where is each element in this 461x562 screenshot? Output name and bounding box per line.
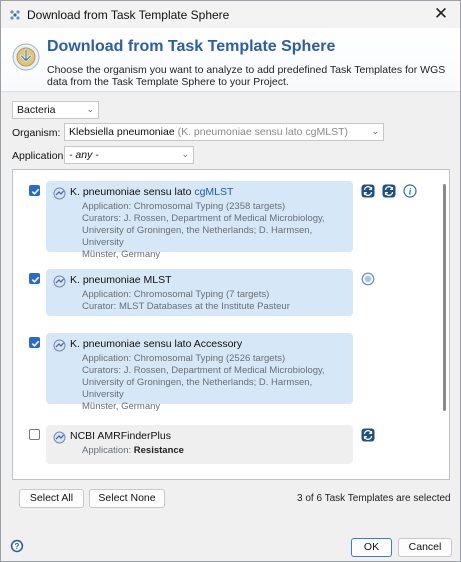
- window-title: Download from Task Template Sphere: [27, 8, 230, 22]
- title-bar: Download from Task Template Sphere ✕: [1, 1, 460, 28]
- template-checkbox[interactable]: [29, 429, 40, 440]
- chevron-down-icon: ⌄: [371, 126, 379, 136]
- cancel-button[interactable]: Cancel: [398, 538, 452, 557]
- globe-icon[interactable]: [361, 272, 375, 286]
- organism-label: Organism:: [12, 127, 61, 139]
- template-icon: [53, 339, 66, 352]
- template-icon: [53, 431, 66, 444]
- template-card[interactable]: K. pneumoniae MLST Application: Chromoso…: [46, 269, 353, 316]
- select-all-button[interactable]: Select All: [19, 489, 84, 508]
- select-none-button[interactable]: Select None: [89, 489, 165, 508]
- template-icon: [53, 275, 66, 288]
- template-title: K. pneumoniae sensu lato Accessory: [70, 338, 243, 350]
- svg-text:?: ?: [15, 542, 20, 551]
- info-icon[interactable]: i: [403, 184, 417, 198]
- close-icon[interactable]: ✕: [432, 4, 450, 24]
- template-details: Application: Resistance: [82, 445, 184, 456]
- application-value: - any -: [69, 149, 99, 161]
- organism-select[interactable]: Klebsiella pneumoniae (K. pneumoniae sen…: [64, 123, 384, 141]
- template-checkbox[interactable]: [29, 185, 40, 196]
- application-select[interactable]: - any - ⌄: [64, 146, 194, 164]
- organism-hint: (K. pneumoniae sensu lato cgMLST): [177, 126, 348, 138]
- template-checkbox[interactable]: [29, 273, 40, 284]
- header-title: Download from Task Template Sphere: [47, 38, 336, 55]
- template-details: Application: Chromosomal Typing (2358 ta…: [82, 201, 325, 260]
- header-description: Choose the organism you want to analyze …: [47, 64, 446, 88]
- template-list[interactable]: K. pneumoniae sensu lato cgMLST Applicat…: [12, 169, 450, 480]
- sync-icon[interactable]: [361, 428, 375, 442]
- template-title: K. pneumoniae sensu lato cgMLST: [70, 186, 234, 198]
- chevron-down-icon: ⌄: [86, 104, 94, 114]
- template-title: K. pneumoniae MLST: [70, 274, 172, 286]
- app-icon: [10, 10, 20, 20]
- ok-button[interactable]: OK: [351, 538, 392, 557]
- chevron-down-icon: ⌄: [181, 149, 189, 159]
- template-icon: [53, 187, 66, 200]
- dialog-window: Download from Task Template Sphere ✕ Dow…: [0, 0, 461, 562]
- application-label: Application:: [12, 150, 67, 162]
- dialog-header: Download from Task Template Sphere Choos…: [1, 28, 460, 92]
- template-details: Application: Chromosomal Typing (7 targe…: [82, 289, 290, 312]
- download-sphere-icon: [12, 43, 40, 71]
- category-value: Bacteria: [17, 104, 56, 116]
- help-icon[interactable]: ?: [10, 539, 24, 553]
- selection-status: 3 of 6 Task Templates are selected: [297, 493, 451, 504]
- template-details: Application: Chromosomal Typing (2526 ta…: [82, 353, 325, 412]
- template-title: NCBI AMRFinderPlus: [70, 430, 171, 442]
- sync-icon[interactable]: [361, 184, 375, 198]
- template-checkbox[interactable]: [29, 337, 40, 348]
- template-card[interactable]: K. pneumoniae sensu lato Accessory Appli…: [46, 333, 353, 412]
- sync-icon[interactable]: [382, 184, 396, 198]
- template-card[interactable]: NCBI AMRFinderPlus Application: Resistan…: [46, 425, 353, 464]
- category-select[interactable]: Bacteria ⌄: [12, 101, 99, 119]
- list-scrollbar[interactable]: [443, 184, 446, 411]
- organism-value: Klebsiella pneumoniae: [69, 126, 175, 138]
- template-card[interactable]: K. pneumoniae sensu lato cgMLST Applicat…: [46, 181, 353, 260]
